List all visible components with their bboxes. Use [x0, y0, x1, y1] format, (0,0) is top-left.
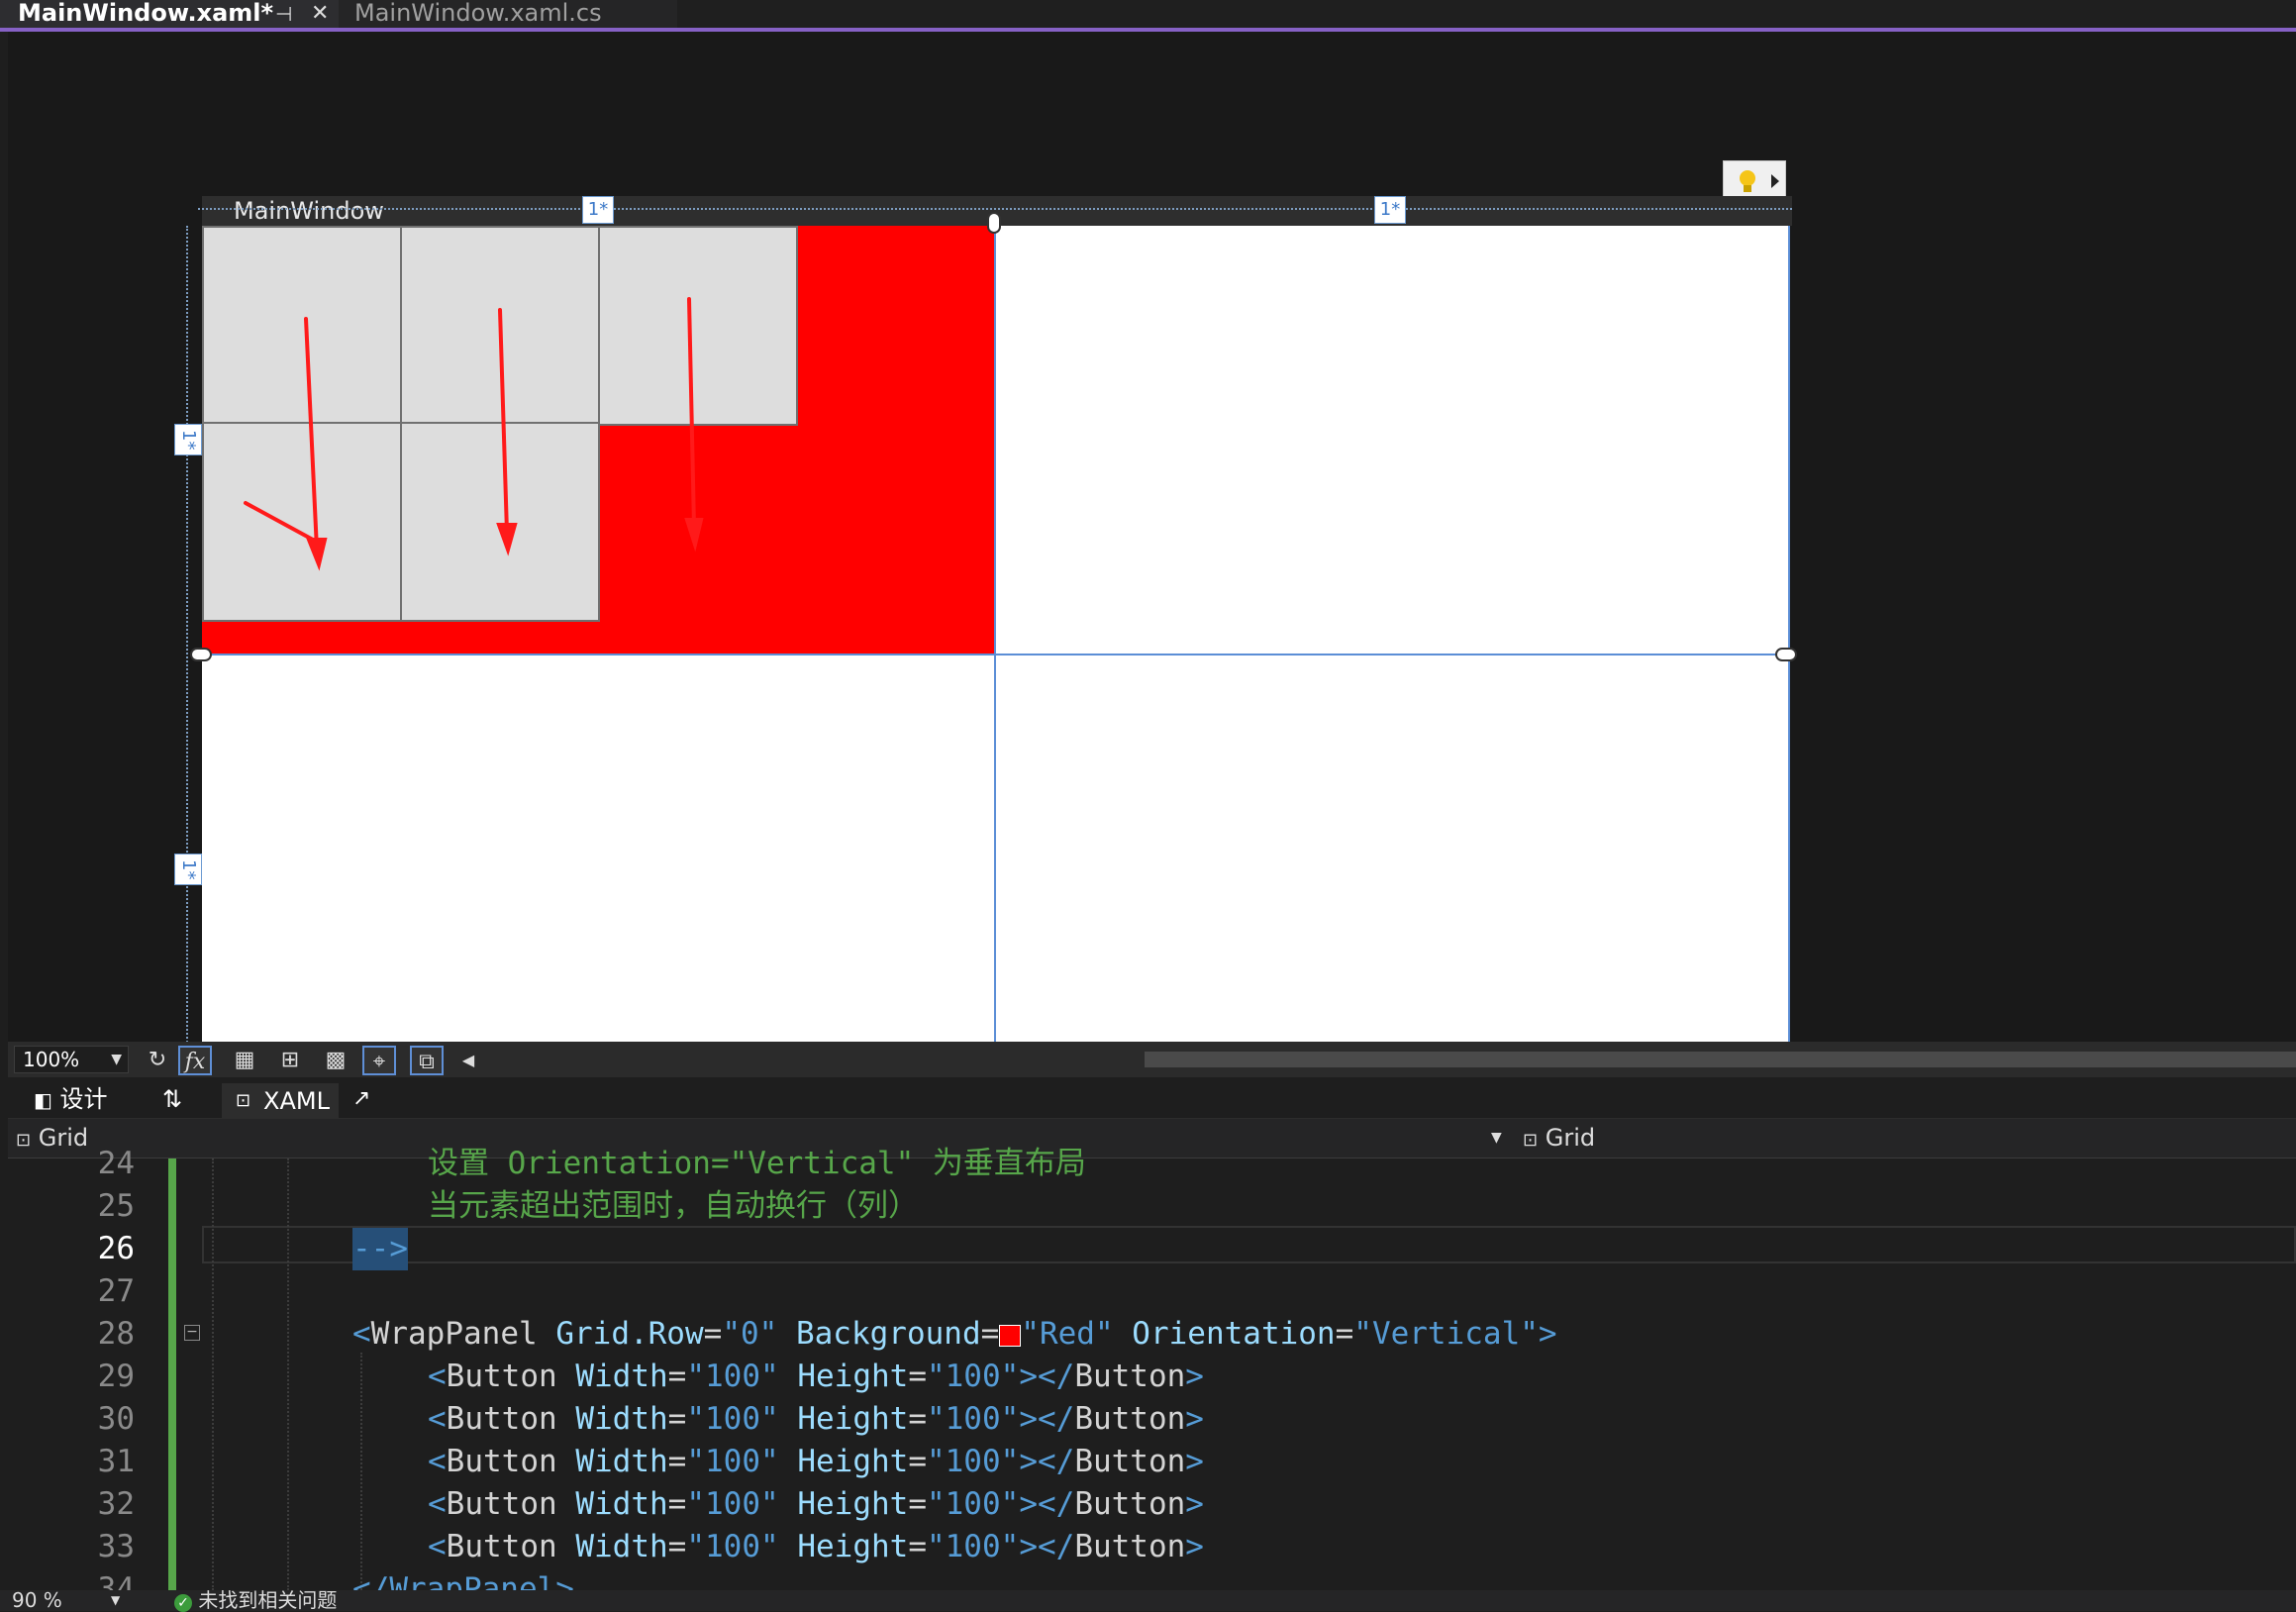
column-split-handle[interactable] — [987, 212, 1001, 234]
grid-icon[interactable]: ▦ — [228, 1046, 261, 1075]
row-split-handle-right[interactable] — [1775, 648, 1797, 661]
code-line-comment: 当元素超出范围时，自动换行（列） — [428, 1188, 919, 1224]
zoom-value: 100% — [23, 1048, 80, 1071]
code-line-wrappanel-open: <WrapPanel Grid.Row="0" Background= "Red"… — [352, 1316, 1557, 1352]
indent-guide — [212, 1159, 214, 1590]
arrow-3-head — [684, 518, 704, 553]
column-marker-2[interactable]: 1* — [1374, 196, 1406, 224]
status-zoom-dropdown[interactable]: 90 % ▼ — [12, 1590, 127, 1611]
code-line-comment-end: --> — [352, 1228, 408, 1270]
line-number: 33 — [97, 1529, 135, 1564]
line-number: 28 — [97, 1316, 135, 1352]
xaml-icon: ⊡ — [236, 1090, 251, 1111]
nav-right-label: Grid — [1545, 1124, 1596, 1152]
window-title: MainWindow — [234, 197, 384, 225]
fx-button[interactable]: fx — [178, 1046, 212, 1075]
arrow-3-shaft — [687, 297, 696, 529]
line-number-current: 26 — [97, 1231, 135, 1266]
line-number: 32 — [97, 1486, 135, 1522]
arrow-1-shaft — [304, 317, 319, 552]
color-swatch — [999, 1324, 1022, 1347]
refresh-icon[interactable]: ↻ — [141, 1046, 174, 1075]
popout-icon[interactable]: ↗ — [352, 1081, 370, 1117]
horizontal-scrollbar[interactable] — [1145, 1052, 2296, 1067]
chevron-down-icon: ▼ — [111, 1593, 121, 1607]
arrow-1-head — [306, 538, 328, 571]
design-label: 设计 — [59, 1085, 108, 1113]
device-preview-icon[interactable]: ⧉ — [410, 1046, 444, 1075]
snap-grid-icon[interactable]: ⊞ — [273, 1046, 307, 1075]
arrow-1-tail — [244, 501, 315, 542]
line-number: 27 — [97, 1273, 135, 1309]
tab-xaml[interactable]: ⊡ XAML — [222, 1083, 339, 1119]
code-line-button: <Button Width="100" Height="100"></Butto… — [428, 1359, 1204, 1394]
code-line-comment: 设置 Orientation="Vertical" 为垂直布局 — [428, 1146, 1086, 1181]
code-line-button: <Button Width="100" Height="100"></Butto… — [428, 1529, 1204, 1564]
tab-design[interactable]: ◧ 设计 — [34, 1081, 108, 1118]
line-number: 30 — [97, 1401, 135, 1437]
scroll-left-icon[interactable]: ◀ — [451, 1046, 485, 1075]
chevron-down-icon: ▼ — [111, 1052, 122, 1067]
status-issues-label: 未找到相关问题 — [198, 1588, 338, 1612]
line-number: 25 — [97, 1188, 135, 1224]
chevron-down-icon: ▼ — [1491, 1130, 1502, 1146]
zoom-dropdown[interactable]: 100% ▼ — [14, 1046, 129, 1073]
row-split-handle-left[interactable] — [190, 648, 212, 661]
code-line-button: <Button Width="100" Height="100"></Butto… — [428, 1486, 1204, 1522]
column-ruler — [198, 208, 1792, 210]
indent-guide — [360, 1353, 362, 1590]
row-marker-1[interactable]: 1* — [174, 424, 202, 455]
code-line-button: <Button Width="100" Height="100"></Butto… — [428, 1401, 1204, 1437]
current-line-highlight — [202, 1226, 2296, 1263]
design-icon: ◧ — [34, 1088, 52, 1112]
line-number: 29 — [97, 1359, 135, 1394]
status-zoom-value: 90 % — [12, 1588, 62, 1612]
editor-status-bar — [0, 1590, 2296, 1611]
annotation-arrows — [244, 297, 704, 571]
snap-lines-icon[interactable]: ⌖ — [362, 1046, 396, 1075]
element-icon: ⊡ — [1523, 1130, 1539, 1151]
swap-panes-button[interactable]: ⇅ — [162, 1081, 182, 1117]
row-marker-2[interactable]: 1* — [174, 854, 202, 885]
column-marker-1[interactable]: 1* — [582, 196, 614, 224]
view-split-bar — [8, 1079, 2296, 1119]
change-margin — [168, 1159, 176, 1594]
collapse-toggle-icon[interactable]: − — [184, 1325, 200, 1341]
indent-guide — [287, 1159, 289, 1590]
xaml-label: XAML — [263, 1087, 330, 1115]
check-icon: ✓ — [174, 1594, 192, 1612]
line-number: 24 — [97, 1146, 135, 1181]
status-issues[interactable]: ✓ 未找到相关问题 — [174, 1590, 337, 1612]
nav-right-selector[interactable]: ⊡ Grid — [1523, 1119, 1595, 1159]
transparency-icon[interactable]: ▩ — [319, 1046, 352, 1075]
arrow-2-head — [496, 523, 518, 556]
row-ruler — [186, 226, 188, 1046]
line-number: 31 — [97, 1444, 135, 1479]
arrow-2-shaft — [498, 308, 509, 535]
code-line-button: <Button Width="100" Height="100"></Butto… — [428, 1444, 1204, 1479]
